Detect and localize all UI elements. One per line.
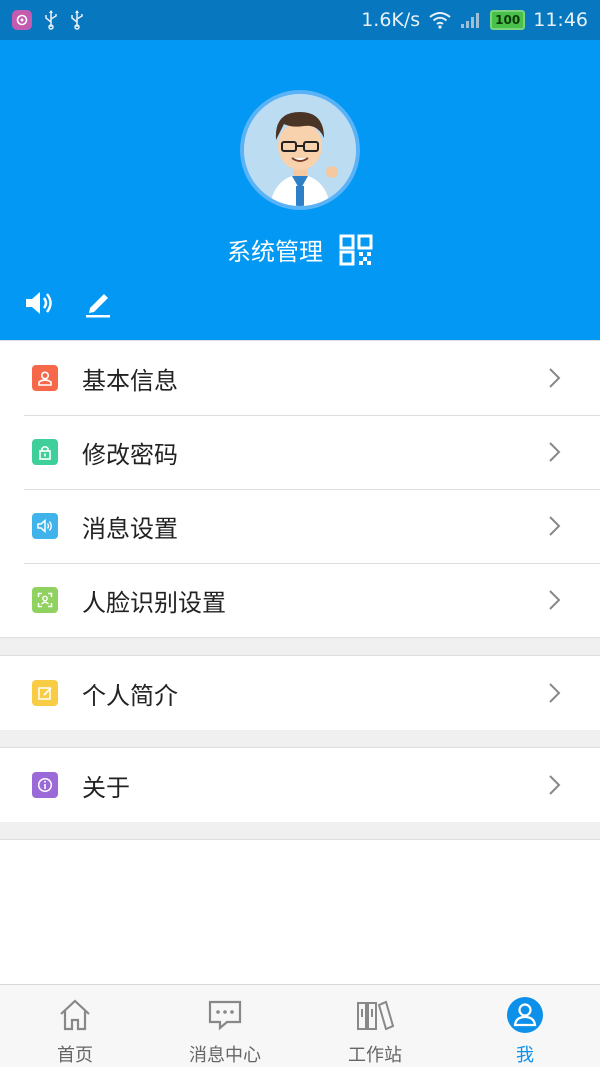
nav-workstation[interactable]: 工作站 bbox=[300, 985, 450, 1067]
qr-code-icon[interactable] bbox=[339, 234, 373, 266]
edit-icon bbox=[32, 680, 58, 706]
edit-icon[interactable] bbox=[84, 288, 112, 318]
nav-me[interactable]: 我 bbox=[450, 985, 600, 1067]
nav-label: 我 bbox=[516, 1045, 534, 1066]
nav-messages[interactable]: 消息中心 bbox=[150, 985, 300, 1067]
speaker-icon[interactable] bbox=[24, 288, 54, 318]
info-icon bbox=[32, 772, 58, 798]
section-divider bbox=[0, 730, 600, 748]
menu-item-label: 基本信息 bbox=[82, 366, 178, 395]
nav-home[interactable]: 首页 bbox=[0, 985, 150, 1067]
menu-item-change-password[interactable]: 修改密码 bbox=[0, 415, 600, 489]
chevron-right-icon bbox=[549, 775, 561, 795]
home-icon bbox=[55, 995, 95, 1035]
menu-item-face-recognition[interactable]: 人脸识别设置 bbox=[0, 563, 600, 637]
menu-item-label: 个人简介 bbox=[82, 681, 178, 710]
menu-group-profile: 个人简介 bbox=[0, 655, 600, 731]
section-divider bbox=[0, 822, 600, 840]
menu-item-message-settings[interactable]: 消息设置 bbox=[0, 489, 600, 563]
menu-item-about[interactable]: 关于 bbox=[0, 748, 600, 822]
chevron-right-icon bbox=[549, 368, 561, 388]
chevron-right-icon bbox=[549, 442, 561, 462]
bottom-nav: 首页 消息中心 工作站 我 bbox=[0, 984, 600, 1067]
clock: 11:46 bbox=[533, 9, 588, 31]
menu-item-label: 人脸识别设置 bbox=[82, 588, 226, 617]
nav-label: 消息中心 bbox=[189, 1045, 261, 1066]
username: 系统管理 bbox=[227, 238, 323, 266]
wifi-icon bbox=[429, 12, 451, 29]
chevron-right-icon bbox=[549, 516, 561, 536]
speaker-icon bbox=[32, 513, 58, 539]
menu-item-label: 消息设置 bbox=[82, 514, 178, 543]
signal-icon bbox=[461, 13, 480, 28]
message-icon bbox=[205, 995, 245, 1035]
app-notification-icon bbox=[12, 10, 32, 30]
network-speed: 1.6K/s bbox=[361, 9, 421, 31]
menu-item-label: 修改密码 bbox=[82, 440, 178, 469]
profile-icon bbox=[505, 995, 545, 1035]
status-bar: 1.6K/s 100 11:46 bbox=[0, 0, 600, 40]
profile-header: 系统管理 bbox=[0, 40, 600, 340]
face-scan-icon bbox=[32, 587, 58, 613]
nav-label: 首页 bbox=[57, 1045, 93, 1066]
workstation-icon bbox=[355, 995, 395, 1035]
battery-indicator: 100 bbox=[490, 10, 526, 30]
menu-group-about: 关于 bbox=[0, 747, 600, 823]
section-divider bbox=[0, 638, 600, 656]
menu-item-label: 关于 bbox=[82, 773, 130, 802]
user-icon bbox=[32, 365, 58, 391]
lock-icon bbox=[32, 439, 58, 465]
menu-item-personal-intro[interactable]: 个人简介 bbox=[0, 656, 600, 730]
chevron-right-icon bbox=[549, 590, 561, 610]
usb-icon bbox=[45, 10, 57, 30]
nav-label: 工作站 bbox=[348, 1045, 402, 1066]
avatar[interactable] bbox=[240, 90, 360, 210]
chevron-right-icon bbox=[549, 683, 561, 703]
menu-item-basic-info[interactable]: 基本信息 bbox=[0, 341, 600, 415]
usb-icon bbox=[71, 10, 83, 30]
menu-group-account: 基本信息 修改密码 消息设置 人脸识别设置 bbox=[0, 340, 600, 638]
